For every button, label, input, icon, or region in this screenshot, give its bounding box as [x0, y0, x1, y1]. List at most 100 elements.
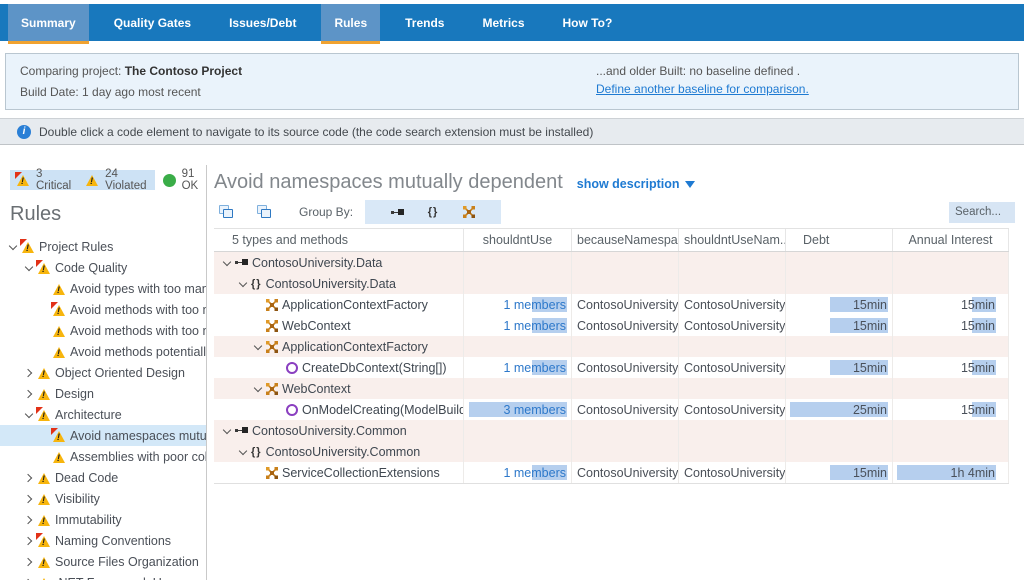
rule-tree-item[interactable]: Avoid methods with too m: [0, 299, 206, 320]
column-header[interactable]: shouldntUse: [464, 229, 572, 251]
chevron-down-icon[interactable]: [252, 382, 266, 396]
tab-how-to-[interactable]: How To?: [550, 4, 626, 41]
tab-metrics[interactable]: Metrics: [469, 4, 537, 41]
chevron-right-icon[interactable]: [23, 555, 37, 569]
rule-tree-item[interactable]: Project Rules: [0, 236, 206, 257]
grid-row[interactable]: WebContext: [214, 378, 1009, 399]
column-header[interactable]: 5 types and methods: [214, 229, 464, 251]
grid-row[interactable]: WebContext1 membersContosoUniversity.Dat…: [214, 315, 1009, 336]
tab-quality-gates[interactable]: Quality Gates: [101, 4, 204, 41]
cell-shouldntusenamespaces: [679, 336, 786, 357]
column-header[interactable]: Debt: [786, 229, 893, 251]
cell-shouldntusenamespaces: ContosoUniversity.Data: [679, 315, 786, 336]
chevron-right-icon[interactable]: [23, 387, 37, 401]
grid-row[interactable]: ContosoUniversity.Common: [214, 420, 1009, 441]
grid-row[interactable]: ApplicationContextFactory 1 members Contos…: [214, 294, 1009, 315]
search-input[interactable]: [949, 202, 1015, 223]
grid-row[interactable]: {}ContosoUniversity.Common: [214, 441, 1009, 462]
chevron-placeholder: [252, 319, 266, 333]
ok-filter[interactable]: 91 OK: [163, 168, 206, 192]
grid-row[interactable]: CreateDbContext(String[])1 membersContos…: [214, 357, 1009, 378]
cell-debt: 15min: [786, 315, 893, 336]
rule-tree-item[interactable]: Object Oriented Design: [0, 362, 206, 383]
rule-tree-item[interactable]: Source Files Organization: [0, 551, 206, 572]
rule-tree-item[interactable]: Visibility: [0, 488, 206, 509]
cell-code-element: {}ContosoUniversity.Common: [214, 441, 464, 462]
rule-tree-item[interactable]: Avoid methods with too m: [0, 320, 206, 341]
critical-filter[interactable]: 3 Critical: [16, 168, 71, 192]
tab-bar: Summary Quality Gates Issues/Debt Rules Tren…: [0, 4, 1024, 41]
chevron-down-icon[interactable]: [7, 240, 21, 254]
warning-icon: [37, 514, 51, 526]
show-description-link[interactable]: show description: [577, 177, 695, 191]
tab-rules[interactable]: Rules: [321, 4, 380, 41]
cell-shouldntuse: [464, 420, 572, 441]
group-by-namespace-button[interactable]: [388, 203, 406, 221]
tab-summary[interactable]: Summary: [8, 4, 89, 41]
group-by-type-button[interactable]: [460, 203, 478, 221]
expand-groups-button[interactable]: [219, 205, 235, 219]
cell-shouldntuse-value: 1 members: [503, 298, 566, 312]
define-baseline-link[interactable]: Define another baseline for comparison.: [596, 82, 809, 96]
results-grid: 5 types and methodsshouldntUsebecauseNam…: [214, 228, 1009, 484]
cell-becausenamespaces: [572, 252, 679, 273]
rule-tree-item[interactable]: .NET Framework Usage: [0, 572, 206, 580]
grid-row[interactable]: {}ContosoUniversity.Data: [214, 273, 1009, 294]
cell-shouldntusenamespaces: ContosoUniversity.Data: [679, 294, 786, 315]
chevron-right-icon[interactable]: [23, 492, 37, 506]
tab-trends[interactable]: Trends: [392, 4, 457, 41]
method-icon: [286, 362, 298, 374]
comparing-project-line: Comparing project: The Contoso Project: [20, 61, 1018, 82]
code-element-name: ApplicationContextFactory: [282, 298, 428, 312]
grid-row[interactable]: ServiceCollectionExtensions1 membersCont…: [214, 462, 1009, 483]
group-by-braces-button[interactable]: {}: [424, 203, 442, 221]
cell-annual-interest-value: 15min: [961, 298, 995, 312]
chevron-placeholder: [272, 361, 286, 375]
chevron-right-icon[interactable]: [23, 366, 37, 380]
chevron-down-icon[interactable]: [252, 340, 266, 354]
rule-tree-item[interactable]: Architecture: [0, 404, 206, 425]
warning-icon: [37, 577, 51, 580]
cell-annual-interest: [893, 273, 1009, 294]
rule-tree-item[interactable]: Avoid namespaces mutuall: [0, 425, 206, 446]
chevron-right-icon[interactable]: [23, 576, 37, 580]
chevron-right-icon[interactable]: [23, 513, 37, 527]
rule-tree-item-label: Object Oriented Design: [55, 366, 185, 380]
warning-icon: [37, 556, 51, 568]
tab-issues-debt[interactable]: Issues/Debt: [216, 4, 309, 41]
chevron-down-icon[interactable]: [23, 408, 37, 422]
rule-tree-item[interactable]: Avoid types with too many: [0, 278, 206, 299]
chevron-right-icon[interactable]: [23, 471, 37, 485]
rule-tree-item[interactable]: Assemblies with poor cohe: [0, 446, 206, 467]
comparison-panel: Comparing project: The Contoso Project B…: [5, 53, 1019, 110]
cell-debt: [786, 420, 893, 441]
column-header[interactable]: becauseNamespa...: [572, 229, 679, 251]
violated-filter[interactable]: 24 Violated: [85, 168, 146, 192]
grid-header-row: 5 types and methodsshouldntUsebecauseNam…: [214, 228, 1009, 252]
column-header[interactable]: Annual Interest: [893, 229, 1009, 251]
chevron-down-icon[interactable]: [221, 424, 235, 438]
cell-shouldntuse-value: 3 members: [503, 403, 566, 417]
rule-tree-item[interactable]: Dead Code: [0, 467, 206, 488]
chevron-right-icon[interactable]: [23, 534, 37, 548]
chevron-down-icon[interactable]: [237, 277, 251, 291]
column-header[interactable]: shouldntUseNam...: [679, 229, 786, 251]
rule-tree-item[interactable]: Code Quality: [0, 257, 206, 278]
cell-debt: [786, 252, 893, 273]
cell-code-element: WebContext: [214, 315, 464, 336]
collapse-groups-button[interactable]: [257, 205, 273, 219]
grid-row[interactable]: OnModelCreating(ModelBuilder)3 membersCo…: [214, 399, 1009, 420]
chevron-down-icon[interactable]: [237, 445, 251, 459]
cell-annual-interest: 15min: [893, 315, 1009, 336]
chevron-down-icon[interactable]: [23, 261, 37, 275]
grid-row[interactable]: ContosoUniversity.Data: [214, 252, 1009, 273]
rule-tree-item-label: Source Files Organization: [55, 555, 199, 569]
rule-tree-item[interactable]: Immutability: [0, 509, 206, 530]
grid-row[interactable]: ApplicationContextFactory: [214, 336, 1009, 357]
cell-annual-interest: 15min: [893, 399, 1009, 420]
rule-tree-item[interactable]: Design: [0, 383, 206, 404]
rule-tree-item[interactable]: Avoid methods potentially: [0, 341, 206, 362]
rule-tree-item-label: Avoid methods with too m: [70, 324, 206, 338]
chevron-down-icon[interactable]: [221, 256, 235, 270]
rule-tree-item[interactable]: Naming Conventions: [0, 530, 206, 551]
